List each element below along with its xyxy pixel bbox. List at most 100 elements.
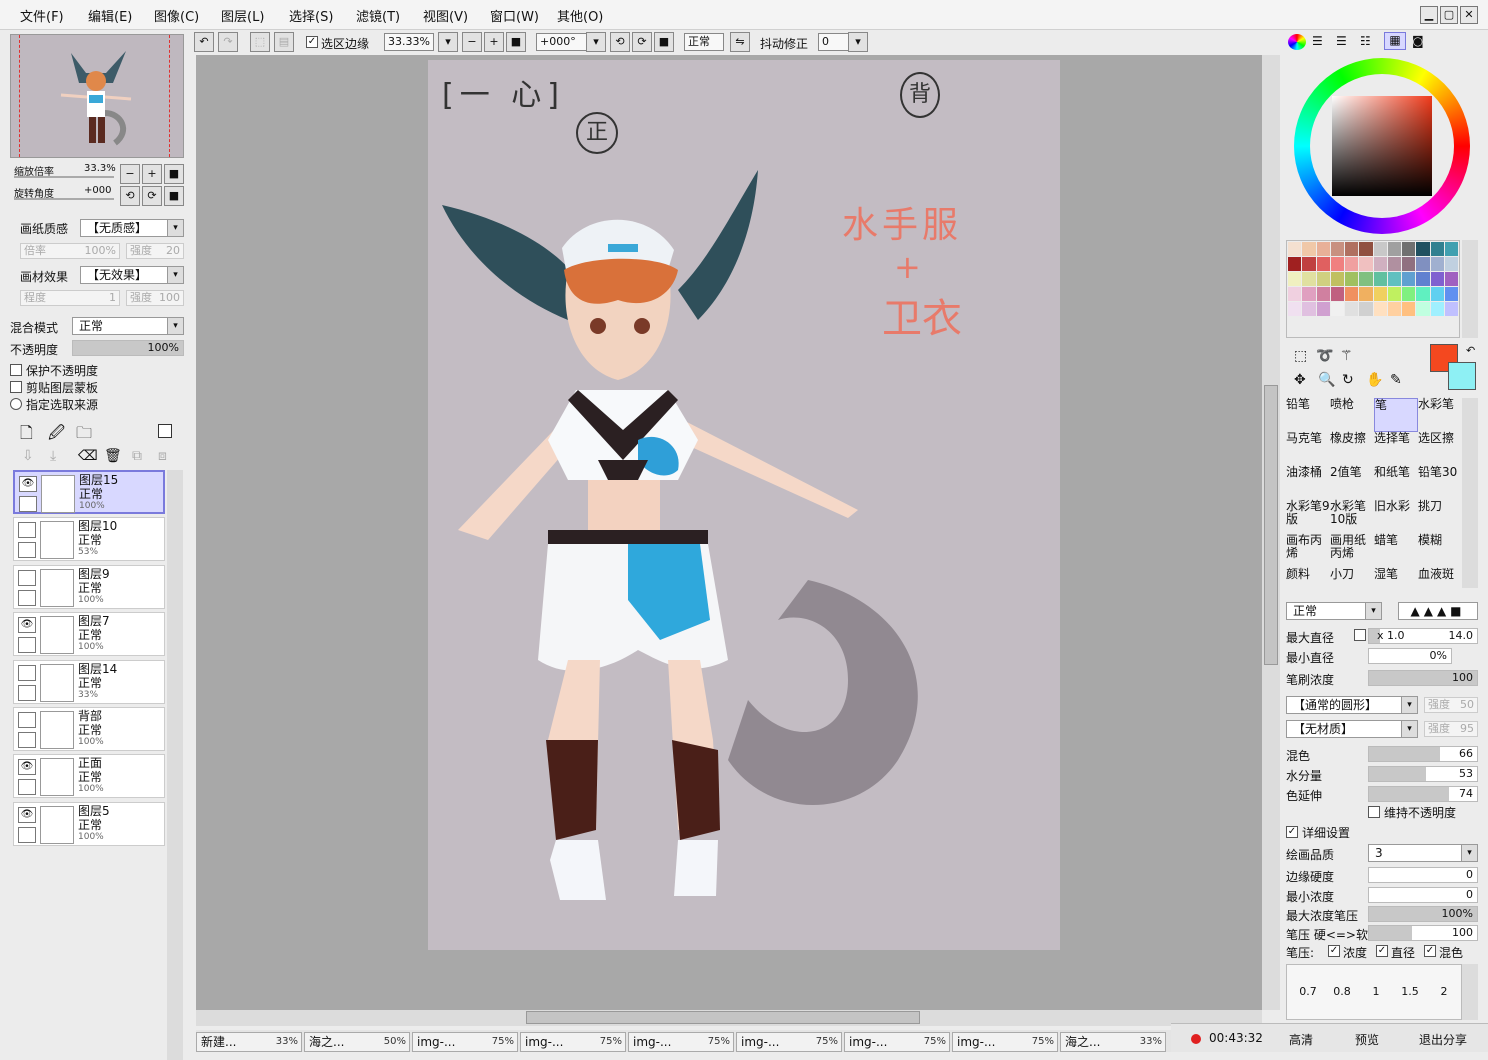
canvas-hscrollbar[interactable]: [196, 1010, 1262, 1026]
brush-slot[interactable]: 水彩笔: [1418, 398, 1462, 432]
swatch-tab-icon[interactable]: ▦: [1384, 32, 1406, 50]
document-tab[interactable]: 海之... 33%: [1060, 1032, 1166, 1052]
zoom-slider[interactable]: [14, 176, 114, 178]
brush-slot[interactable]: 血液斑: [1418, 568, 1462, 602]
mix-slider[interactable]: 66: [1368, 746, 1478, 762]
color-swatch[interactable]: [1444, 242, 1458, 256]
edge-hardness-slider[interactable]: 0: [1368, 867, 1478, 883]
brush-slot[interactable]: 颜料: [1286, 568, 1330, 602]
color-swatch[interactable]: [1345, 272, 1359, 286]
color-swatch[interactable]: [1373, 242, 1387, 256]
swatch-scrollbar[interactable]: [1462, 240, 1478, 338]
layer-lock-toggle[interactable]: [19, 496, 37, 512]
rotation-slider[interactable]: [14, 198, 114, 200]
document-tab[interactable]: 海之... 50%: [304, 1032, 410, 1052]
paper-texture-select[interactable]: 【无质感】 ▾: [80, 219, 184, 237]
brush-slot[interactable]: 铅笔30: [1418, 466, 1462, 500]
color-swatch[interactable]: [1402, 242, 1416, 256]
invert-selection-icon[interactable]: ▤: [274, 32, 294, 52]
menu-image[interactable]: 图像(C): [154, 6, 199, 25]
brush-slot[interactable]: 旧水彩: [1374, 500, 1418, 534]
color-swatch[interactable]: [1330, 242, 1344, 256]
menu-other[interactable]: 其他(O): [557, 6, 603, 25]
layer-lock-toggle[interactable]: [18, 542, 36, 559]
brush-slot[interactable]: 喷枪: [1330, 398, 1374, 432]
color-swatch[interactable]: [1345, 287, 1359, 301]
keep-opacity-checkbox[interactable]: [1368, 806, 1380, 818]
layer-lock-toggle[interactable]: [18, 637, 36, 654]
color-swatch[interactable]: [1430, 302, 1444, 316]
visibility-toggle[interactable]: [18, 664, 36, 681]
color-swatch[interactable]: [1359, 302, 1373, 316]
layer-lock-toggle[interactable]: [18, 684, 36, 701]
water-slider[interactable]: 53: [1368, 766, 1478, 782]
document-tab[interactable]: img-... 75%: [736, 1032, 842, 1052]
nav-rotate-reset-icon[interactable]: ■: [164, 186, 184, 206]
zoom-in-icon[interactable]: +: [484, 32, 504, 52]
brush-slot[interactable]: 画用纸丙烯: [1330, 534, 1374, 568]
color-swatch[interactable]: [1402, 272, 1416, 286]
color-swatch[interactable]: [1402, 302, 1416, 316]
delete-layer-icon[interactable]: 🗑: [104, 448, 122, 464]
brush-slot[interactable]: 挑刀: [1418, 500, 1462, 534]
color-swatch[interactable]: [1430, 287, 1444, 301]
brush-slot[interactable]: 和纸笔: [1374, 466, 1418, 500]
stabilizer-dropdown-icon[interactable]: ▾: [848, 32, 868, 52]
color-swatch[interactable]: [1444, 302, 1458, 316]
layer-row[interactable]: 👁 图层7 正常 100%: [13, 612, 165, 657]
layer-lock-toggle[interactable]: [18, 589, 36, 606]
brush-shape-buttons[interactable]: ▲▲▲■: [1398, 602, 1478, 620]
document-tab[interactable]: img-... 75%: [952, 1032, 1058, 1052]
nav-rotate-right-icon[interactable]: ⟳: [142, 186, 162, 206]
brush-slot[interactable]: 水彩笔9版: [1286, 500, 1330, 534]
clipping-mask-checkbox[interactable]: [10, 381, 22, 393]
effect-strength-field[interactable]: 强度 100: [126, 290, 184, 306]
color-swatch[interactable]: [1288, 257, 1302, 271]
layer-row[interactable]: 图层10 正常 53%: [13, 517, 165, 562]
brush-mode-select[interactable]: 正常 ▾: [1286, 602, 1382, 620]
hd-button[interactable]: 高清: [1289, 1031, 1313, 1048]
paper-strength-field[interactable]: 强度 20: [126, 243, 184, 259]
shape-strength-field[interactable]: 强度 50: [1424, 697, 1478, 713]
preset-scrollbar[interactable]: [1462, 964, 1478, 1020]
scratchpad-tab-icon[interactable]: ◙: [1412, 34, 1424, 48]
new-folder-icon[interactable]: 🗀: [76, 422, 92, 449]
selection-source-radio[interactable]: [10, 398, 22, 410]
material-effect-select[interactable]: 【无效果】 ▾: [80, 266, 184, 284]
color-wheel-tab-icon[interactable]: [1288, 34, 1306, 50]
color-swatch[interactable]: [1416, 302, 1430, 316]
lasso-icon[interactable]: ➰: [1316, 348, 1333, 364]
color-swatch[interactable]: [1387, 302, 1401, 316]
detail-settings-checkbox[interactable]: ✓: [1286, 826, 1298, 838]
brush-shape-select[interactable]: 【通常的圆形】 ▾: [1286, 696, 1418, 714]
visibility-toggle[interactable]: [18, 569, 36, 586]
zoom-out-icon[interactable]: −: [462, 32, 482, 52]
zoom-tool-icon[interactable]: 🔍: [1318, 372, 1335, 388]
color-swatch[interactable]: [1288, 242, 1302, 256]
color-swatch[interactable]: [1430, 272, 1444, 286]
rect-select-icon[interactable]: ⬚: [1294, 348, 1307, 364]
pressure-size-checkbox[interactable]: ✓: [1376, 945, 1388, 957]
secondary-color-swatch[interactable]: [1448, 362, 1476, 390]
layer-row[interactable]: 图层9 正常 100%: [13, 564, 165, 609]
brush-slot[interactable]: 橡皮擦: [1330, 432, 1374, 466]
nav-rotate-left-icon[interactable]: ⟲: [120, 186, 140, 206]
color-swatch[interactable]: [1302, 242, 1316, 256]
eyedropper-icon[interactable]: ✎: [1390, 372, 1402, 388]
layer-row[interactable]: 👁 图层5 正常 100%: [13, 801, 165, 846]
color-swatch[interactable]: [1387, 257, 1401, 271]
paper-scale-field[interactable]: 倍率 100%: [20, 243, 120, 259]
document-tab[interactable]: 新建... 33%: [196, 1032, 302, 1052]
pressure-hardness-slider[interactable]: 100: [1368, 925, 1478, 941]
menu-view[interactable]: 视图(V): [423, 6, 468, 25]
brush-slot[interactable]: 小刀: [1330, 568, 1374, 602]
document-tab[interactable]: img-... 75%: [412, 1032, 518, 1052]
deselect-icon[interactable]: ⬚: [250, 32, 270, 52]
color-swatch[interactable]: [1373, 302, 1387, 316]
brush-texture-select[interactable]: 【无材质】 ▾: [1286, 720, 1418, 738]
size-preset[interactable]: 0.8: [1327, 985, 1357, 998]
flip-icon[interactable]: ⇋: [730, 32, 750, 52]
rgb-slider-tab-icon[interactable]: ☰: [1312, 34, 1323, 48]
brush-slot[interactable]: 选择笔: [1374, 432, 1418, 466]
color-swatch[interactable]: [1316, 287, 1330, 301]
